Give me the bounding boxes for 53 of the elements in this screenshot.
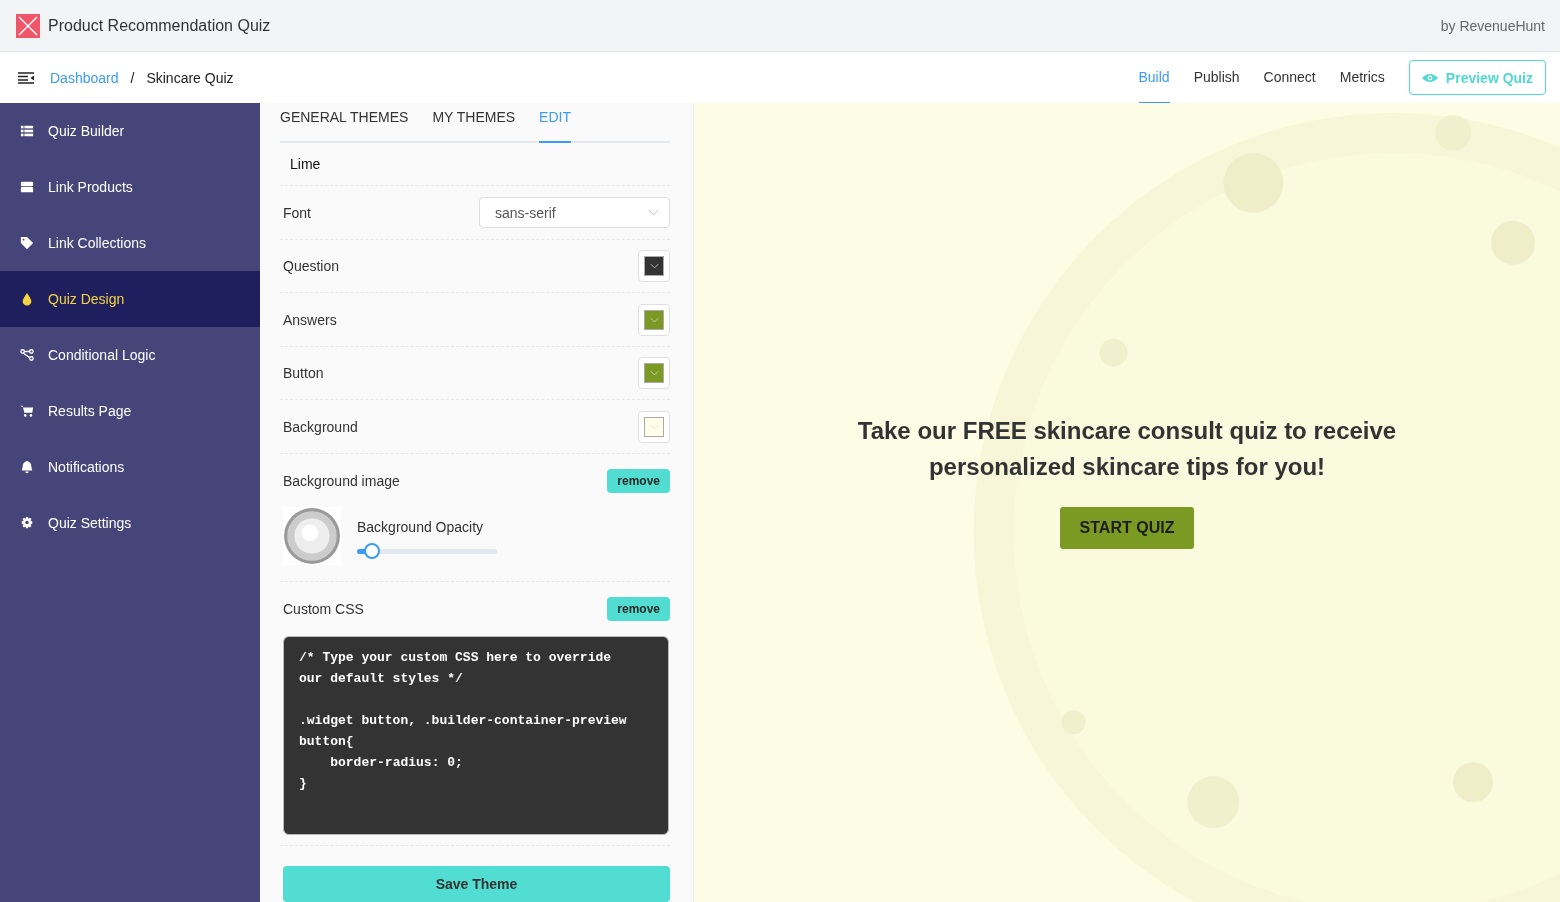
chevron-icon <box>649 316 659 323</box>
gear-icon <box>20 516 34 530</box>
theme-tab[interactable]: GENERAL THEMES <box>280 103 409 143</box>
nodes-icon <box>20 348 34 362</box>
byline: by RevenueHunt <box>1440 17 1545 34</box>
start-quiz-button[interactable]: START QUIZ <box>1059 507 1195 549</box>
breadcrumb-text: / <box>130 69 135 86</box>
sidebar-item[interactable]: Conditional Logic <box>0 327 260 383</box>
setting-label: Background <box>283 418 358 435</box>
font-select[interactable]: sans-serif <box>479 197 670 229</box>
color-picker[interactable] <box>638 410 670 443</box>
opacity-label: Background Opacity <box>357 519 485 536</box>
sidebar-item[interactable]: Results Page <box>0 383 260 439</box>
sidebar-item[interactable]: Notifications <box>0 439 260 495</box>
sidebar-item[interactable]: Link Collections <box>0 215 260 271</box>
setting-label: Custom CSS <box>283 601 364 618</box>
list-icon <box>20 124 34 138</box>
chevron-icon <box>648 209 659 217</box>
setting-label: Button <box>283 365 324 382</box>
theme-name: Lime <box>290 155 321 172</box>
sidebar-item[interactable]: Quiz Builder <box>0 103 260 159</box>
nav-tab[interactable]: Metrics <box>1339 51 1385 104</box>
cart-icon <box>20 404 34 418</box>
color-picker[interactable] <box>638 303 670 336</box>
opacity-slider[interactable] <box>357 543 497 560</box>
sidebar-item[interactable]: Quiz Design <box>0 271 260 327</box>
remove-button[interactable]: remove <box>607 597 670 622</box>
setting-label: Background image <box>283 472 400 489</box>
setting-label: Question <box>283 258 340 275</box>
chevron-icon <box>649 263 659 270</box>
color-picker[interactable] <box>638 357 670 390</box>
bell-icon <box>20 460 34 474</box>
setting-label: Answers <box>283 311 337 328</box>
drop-icon <box>20 292 34 306</box>
breadcrumb-text: Skincare Quiz <box>146 69 234 86</box>
chevron-icon <box>649 370 659 377</box>
save-theme-button[interactable]: Save Theme <box>283 866 670 902</box>
eye-icon <box>1421 72 1438 83</box>
quiz-headline: Take our FREE skincare consult quiz to receive personalized skincare tips for you! <box>856 416 1398 482</box>
app-title: Product Recommendation Quiz <box>48 16 271 35</box>
theme-tab[interactable]: MY THEMES <box>432 103 516 143</box>
menu-icon[interactable] <box>18 71 34 84</box>
box-icon <box>20 180 34 194</box>
logo-icon <box>16 13 40 38</box>
remove-button[interactable]: remove <box>607 468 670 493</box>
color-picker[interactable] <box>638 250 670 283</box>
css-editor[interactable]: /* Type your custom CSS here to override our default styles */ .widget button, .builder-container-preview button{ border-radius: 0; } <box>283 636 669 836</box>
sidebar-item[interactable]: Link Products <box>0 159 260 215</box>
setting-label: Font <box>283 204 311 221</box>
nav-tab[interactable]: Connect <box>1263 51 1316 104</box>
nav-tab[interactable]: Publish <box>1193 51 1240 104</box>
tag-icon <box>20 236 34 250</box>
sidebar-item[interactable]: Quiz Settings <box>0 495 260 551</box>
